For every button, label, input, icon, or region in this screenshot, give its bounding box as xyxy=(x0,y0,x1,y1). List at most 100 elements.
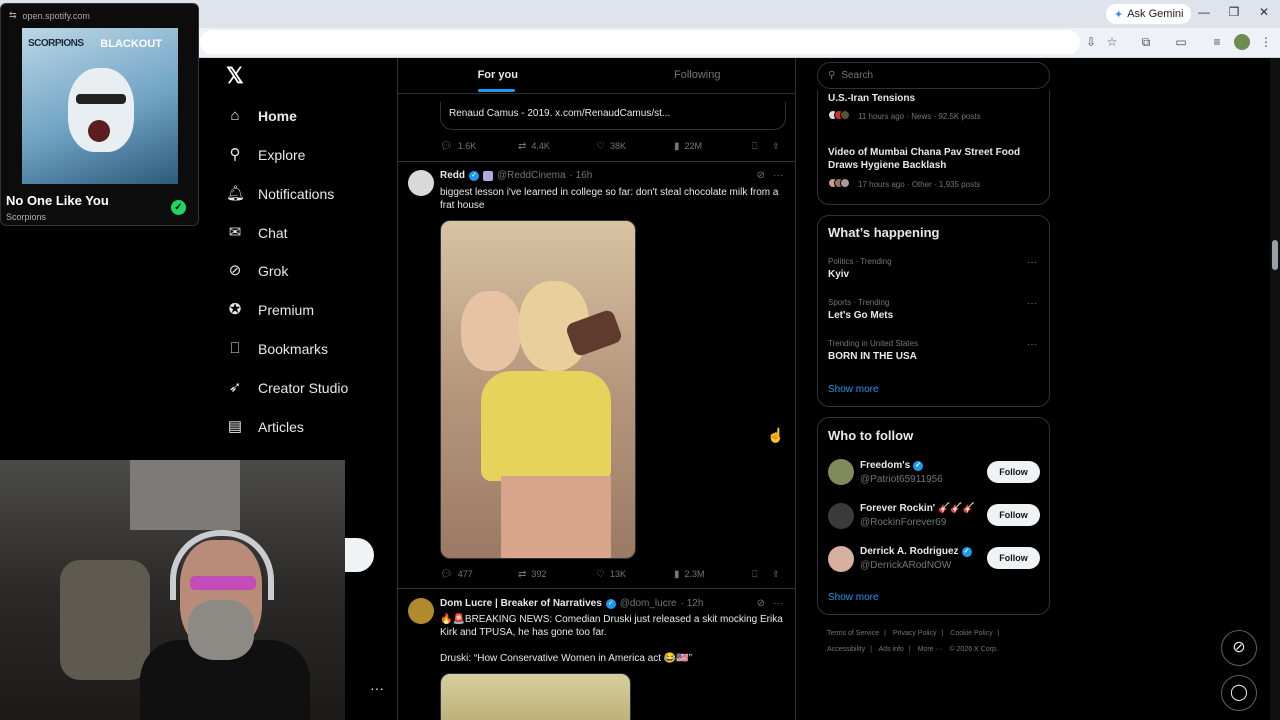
mouse-pointer-icon: ☝ xyxy=(767,427,785,443)
post-more-icon[interactable]: ··· xyxy=(773,170,783,181)
profile-avatar[interactable] xyxy=(1234,34,1250,50)
quoted-post-card[interactable]: Renaud Camus - 2019. x.com/RenaudCamus/s… xyxy=(440,102,786,130)
trend-more-icon[interactable]: ··· xyxy=(1027,298,1037,309)
avatar[interactable] xyxy=(408,598,434,624)
install-app-icon[interactable]: ⇩ xyxy=(1083,34,1099,50)
footer-accessibility-link[interactable]: Accessibility xyxy=(827,646,865,653)
album-art: SCORPIONS BLACKOUT xyxy=(22,28,178,184)
avatar[interactable] xyxy=(828,546,854,572)
scrollbar-thumb[interactable] xyxy=(1272,240,1278,270)
who-to-follow-panel: Who to follow Freedom's ✓ @Patriot659119… xyxy=(817,417,1050,615)
reply-count: 1.6K xyxy=(457,141,477,151)
nav-explore[interactable]: ⚲ Explore xyxy=(226,142,306,168)
messages-floating-button[interactable]: ◯ xyxy=(1221,675,1257,711)
nav-premium[interactable]: ✪ Premium xyxy=(226,297,314,323)
reply-button[interactable]: 💬︎ 1.6K xyxy=(440,141,476,152)
nav-creator-studio[interactable]: ➶ Creator Studio xyxy=(226,375,349,401)
site-info-icon: ⇆ xyxy=(9,10,17,20)
account-name[interactable]: Forever Rockin' 🎸🎸🎸 xyxy=(860,503,975,514)
post-media-image[interactable] xyxy=(440,673,631,720)
nav-home[interactable]: ⌂ Home xyxy=(226,103,296,129)
avatar[interactable] xyxy=(828,459,854,485)
tab-for-you[interactable]: For you xyxy=(398,58,598,93)
follow-button[interactable]: Follow xyxy=(987,504,1040,526)
avatar[interactable] xyxy=(408,170,434,196)
nav-chat[interactable]: ✉ Chat xyxy=(226,220,288,246)
nav-bookmarks[interactable]: ⎕ Bookmarks xyxy=(226,336,328,362)
footer-terms-link[interactable]: Terms of Service xyxy=(827,630,879,637)
views-button[interactable]: ▮ 22M xyxy=(674,141,702,152)
bookmark-post-icon[interactable]: ⎕ xyxy=(752,569,757,580)
author-name[interactable]: Dom Lucre | Breaker of Narratives xyxy=(440,598,602,609)
nav-grok-label: Grok xyxy=(258,263,289,279)
media-icon[interactable]: ≡ xyxy=(1209,34,1225,50)
show-more-link[interactable]: Show more xyxy=(828,592,879,603)
nav-chat-label: Chat xyxy=(258,225,288,241)
footer-privacy-link[interactable]: Privacy Policy xyxy=(893,630,937,637)
footer-cookie-link[interactable]: Cookie Policy xyxy=(950,630,992,637)
trend-title[interactable]: Video of Mumbai Chana Pav Street Food Dr… xyxy=(828,146,1043,172)
account-name[interactable]: Freedom's ✓ xyxy=(860,460,924,471)
chrome-menu-icon[interactable]: ⋮ xyxy=(1258,34,1274,50)
media-belly xyxy=(501,476,611,558)
trend-name[interactable]: BORN IN THE USA xyxy=(828,351,917,362)
account-name[interactable]: Derrick A. Rodriguez ✓ xyxy=(860,546,972,557)
bookmark-star-icon[interactable]: ☆ xyxy=(1104,34,1120,50)
trend-name[interactable]: Kyiv xyxy=(828,269,849,280)
saved-check-icon[interactable]: ✓ xyxy=(171,200,186,215)
page-scrollbar[interactable] xyxy=(1270,58,1280,720)
repost-button[interactable]: ⇄ 392 xyxy=(518,569,546,580)
post-tools: ⊘ ··· xyxy=(757,170,783,181)
views-button[interactable]: ▮ 2.3M xyxy=(674,569,705,580)
trend-more-icon[interactable]: ··· xyxy=(1027,257,1037,268)
author-name[interactable]: Redd xyxy=(440,170,465,181)
search-input[interactable]: ⚲ Search xyxy=(817,62,1050,89)
show-more-link[interactable]: Show more xyxy=(828,384,879,395)
x-logo-icon[interactable]: 𝕏 xyxy=(226,65,248,87)
cast-icon[interactable]: ▭ xyxy=(1173,34,1189,50)
trend-more-icon[interactable]: ··· xyxy=(1027,339,1037,350)
webcam-shelf xyxy=(130,460,240,530)
like-button[interactable]: ♡ 13K xyxy=(596,569,626,580)
reply-button[interactable]: 💬︎ 477 xyxy=(440,569,473,580)
like-button[interactable]: ♡ 38K xyxy=(596,141,626,152)
follow-button[interactable]: Follow xyxy=(987,461,1040,483)
grok-explain-icon[interactable]: ⊘ xyxy=(757,598,765,609)
track-artist[interactable]: Scorpions xyxy=(6,212,46,222)
post-more-icon[interactable]: ··· xyxy=(773,598,783,609)
nav-grok[interactable]: ⊘ Grok xyxy=(226,258,289,284)
share-icon[interactable]: ⇪ xyxy=(772,569,780,580)
author-handle[interactable]: @ReddCinema xyxy=(497,170,566,181)
close-window-button[interactable]: ✕ xyxy=(1256,5,1272,19)
restore-button[interactable]: ❐ xyxy=(1226,5,1242,19)
avatar[interactable] xyxy=(828,503,854,529)
address-bar[interactable] xyxy=(200,30,1080,54)
grok-explain-icon[interactable]: ⊘ xyxy=(757,170,765,181)
nav-articles[interactable]: ▤ Articles xyxy=(226,414,304,440)
trend-title[interactable]: U.S.-Iran Tensions xyxy=(828,92,1043,105)
post-media-image[interactable] xyxy=(440,220,636,559)
minimize-button[interactable]: — xyxy=(1196,5,1212,19)
ask-gemini-button[interactable]: ✦ Ask Gemini xyxy=(1106,4,1192,24)
footer-separator: | xyxy=(870,646,872,653)
footer-more-link[interactable]: More ··· xyxy=(918,646,943,653)
bookmark-post-icon[interactable]: ⎕ xyxy=(752,141,757,152)
tab-following[interactable]: Following xyxy=(598,58,796,93)
grok-floating-button[interactable]: ⊘ xyxy=(1221,630,1257,666)
share-icon[interactable]: ⇪ xyxy=(772,141,780,152)
follow-button[interactable]: Follow xyxy=(987,547,1040,569)
extensions-icon[interactable]: ⧉ xyxy=(1138,34,1154,50)
post-button[interactable] xyxy=(345,538,374,572)
trend-name[interactable]: Let's Go Mets xyxy=(828,310,893,321)
premium-icon: ✪ xyxy=(228,301,242,318)
account-more-icon[interactable]: ··· xyxy=(370,680,384,696)
post-time[interactable]: · 16h xyxy=(570,170,593,181)
nav-notifications[interactable]: 🔔︎ Notifications xyxy=(226,181,334,207)
art-mouth xyxy=(88,120,110,142)
repost-button[interactable]: ⇄ 4.4K xyxy=(518,141,550,152)
post-time[interactable]: · 12h xyxy=(681,598,704,609)
spotify-mini-player[interactable]: ⇆ open.spotify.com SCORPIONS BLACKOUT No… xyxy=(0,3,199,226)
footer-ads-link[interactable]: Ads info xyxy=(879,646,904,653)
post-text: biggest lesson i've learned in college s… xyxy=(440,187,782,211)
author-handle[interactable]: @dom_lucre xyxy=(620,598,677,609)
